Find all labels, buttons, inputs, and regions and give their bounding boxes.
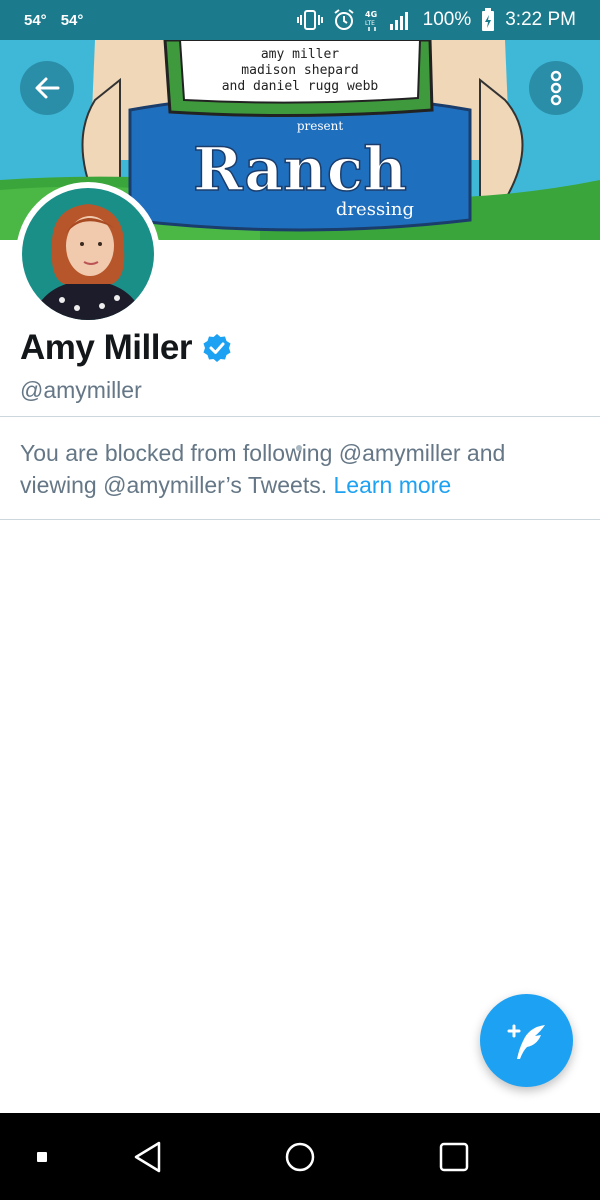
nav-home-button[interactable] xyxy=(272,1113,328,1200)
banner-title: Ranch xyxy=(193,135,407,205)
loading-indicator xyxy=(296,445,302,451)
status-left: 54° 54° xyxy=(24,12,83,29)
status-right: 4G LTE 100% 3:22 PM xyxy=(296,8,576,32)
banner-present: present xyxy=(297,119,344,133)
nav-recents-dot[interactable] xyxy=(20,1113,64,1200)
signal-icon xyxy=(389,9,413,31)
banner-credit-2: madison shepard xyxy=(241,63,358,78)
triangle-back-icon xyxy=(134,1141,161,1172)
learn-more-link[interactable]: Learn more xyxy=(334,472,452,498)
lte-icon: 4G LTE xyxy=(365,8,379,32)
avatar[interactable] xyxy=(16,182,160,326)
compose-tweet-button[interactable] xyxy=(480,994,573,1087)
divider-bottom xyxy=(0,519,600,520)
status-bar: 54° 54° 4G LTE 100% 3:22 PM xyxy=(0,0,600,40)
back-button[interactable] xyxy=(20,61,74,115)
android-nav-bar xyxy=(0,1113,600,1200)
nav-overview-button[interactable] xyxy=(426,1113,482,1200)
svg-text:LTE: LTE xyxy=(365,20,375,27)
profile-handle: @amymiller xyxy=(20,377,142,403)
divider-top xyxy=(0,416,600,417)
verified-badge-icon xyxy=(203,334,231,362)
vibrate-icon xyxy=(296,9,323,31)
svg-text:4G: 4G xyxy=(365,10,377,19)
clock: 3:22 PM xyxy=(505,9,576,30)
battery-percent: 100% xyxy=(422,9,472,30)
nav-back-button[interactable] xyxy=(120,1113,176,1200)
temperature-2: 54° xyxy=(60,11,84,29)
banner-credit-1: amy miller xyxy=(261,47,339,62)
arrow-left-icon xyxy=(35,77,60,99)
battery-charging-icon xyxy=(481,8,495,32)
alarm-icon xyxy=(333,9,355,31)
display-name: Amy Miller xyxy=(20,328,193,367)
more-options-button[interactable] xyxy=(529,61,583,115)
circle-home-icon xyxy=(285,1142,315,1171)
profile-name-row: Amy Miller xyxy=(20,328,232,368)
banner-subtitle: dressing xyxy=(336,199,414,220)
temperature-1: 54° xyxy=(24,11,47,29)
profile-photo xyxy=(22,188,154,320)
compose-feather-icon xyxy=(507,1024,545,1059)
square-overview-icon xyxy=(439,1142,469,1171)
overflow-menu-icon xyxy=(550,70,562,106)
square-dot-icon xyxy=(37,1151,47,1162)
banner-credit-3: and daniel rugg webb xyxy=(222,79,379,94)
